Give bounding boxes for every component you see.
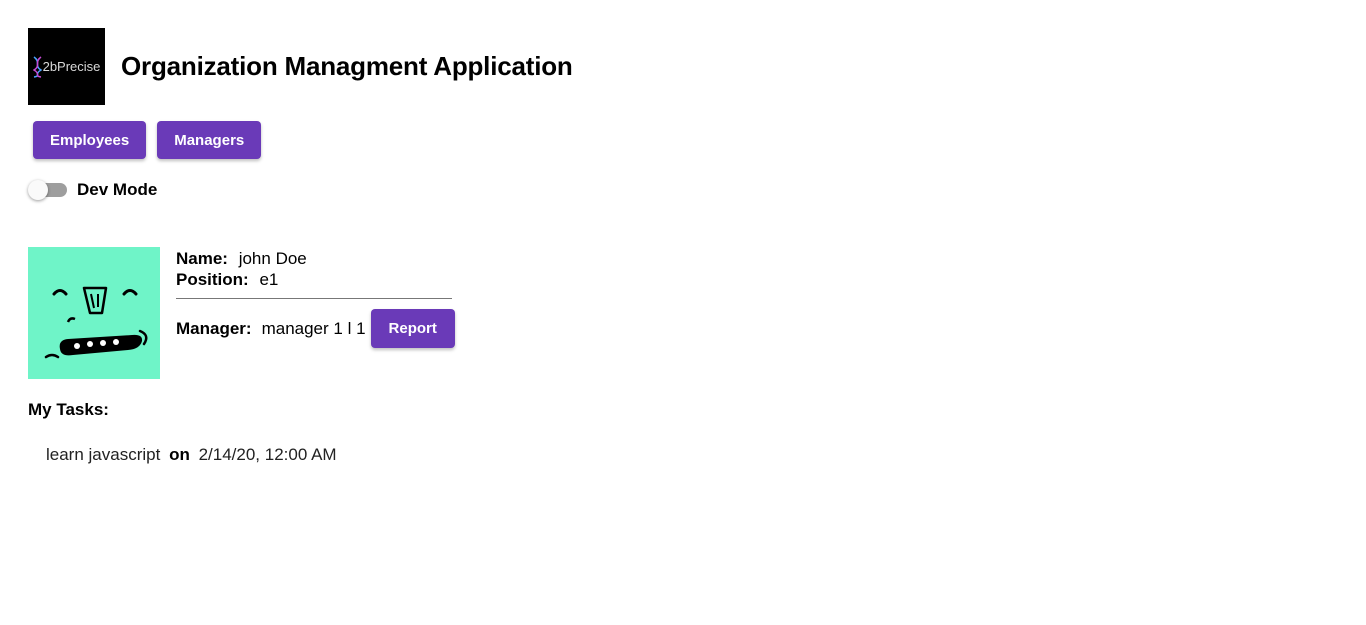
divider [176,298,452,299]
task-date: 2/14/20, 12:00 AM [198,445,337,464]
position-row: Position: e1 [176,269,452,290]
employees-button[interactable]: Employees [33,121,147,159]
switch-thumb[interactable] [28,180,48,200]
dev-mode-toggle[interactable]: Dev Mode [28,179,157,201]
name-value: john Doe [238,249,307,268]
name-label: Name: [176,249,228,268]
dev-mode-switch[interactable] [28,179,68,201]
dna-icon [32,55,42,78]
manager-label: Manager: [176,318,252,338]
page-title: Organization Managment Application [121,51,573,81]
managers-button[interactable]: Managers [157,121,262,159]
logo-text: 2bPrecise [42,59,101,74]
avatar [28,247,160,379]
name-row: Name: john Doe [176,248,452,269]
app-header: 2bPrecise Organization Managment Applica… [28,28,573,105]
main-nav: Employees Managers [33,121,262,159]
task-connector: on [169,445,190,464]
monster-face-icon [44,286,148,359]
manager-row: Manager: manager 1 l 1 Report [176,309,455,348]
task-text: learn javascript [46,445,161,464]
employee-info: Name: john Doe Position: e1 Manager: man… [176,247,455,379]
manager-value: manager 1 l 1 [261,318,366,338]
company-logo: 2bPrecise [28,28,105,105]
position-label: Position: [176,270,249,289]
position-value: e1 [259,270,279,289]
report-button[interactable]: Report [370,309,455,348]
tasks-heading: My Tasks: [28,400,109,419]
list-item: learn javascript on 2/14/20, 12:00 AM [46,445,337,465]
employee-card: Name: john Doe Position: e1 Manager: man… [28,247,455,379]
dev-mode-label: Dev Mode [77,180,158,199]
